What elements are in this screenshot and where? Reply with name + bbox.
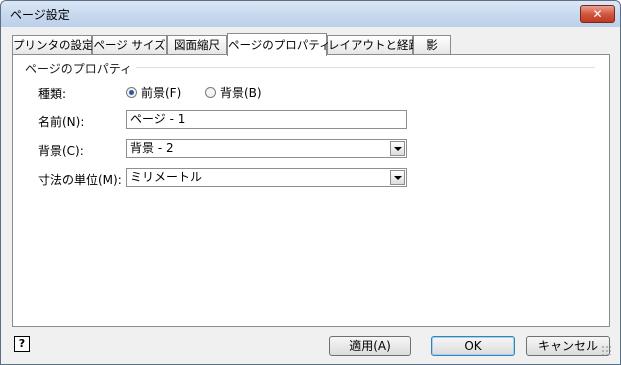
- dialog-title: ページ設定: [10, 8, 70, 22]
- radio-checked-icon: [126, 87, 137, 98]
- tab-page-size[interactable]: ページ サイズ: [92, 35, 167, 54]
- title-bar[interactable]: ページ設定 ✕: [1, 1, 620, 27]
- chevron-down-icon[interactable]: [390, 170, 405, 185]
- name-input[interactable]: ページ - 1: [126, 110, 407, 129]
- units-label: 寸法の単位(M):: [38, 173, 122, 187]
- radio-unchecked-icon: [205, 87, 216, 98]
- resize-grip[interactable]: [601, 345, 611, 355]
- close-button[interactable]: ✕: [580, 5, 615, 23]
- group-title: ページのプロパティ: [25, 60, 137, 77]
- units-select-value: ミリメートル: [130, 170, 203, 184]
- type-label: 種類:: [38, 87, 67, 101]
- background-select[interactable]: 背景 - 2: [126, 139, 407, 158]
- page-properties-panel: ページのプロパティ 種類: 前景(F) 背景(B) 名前(N): ページ - 1…: [12, 54, 610, 327]
- foreground-radio[interactable]: 前景(F): [126, 84, 181, 101]
- cancel-button[interactable]: キャンセル: [526, 336, 610, 356]
- background-label: 背景(C):: [38, 144, 84, 158]
- help-icon[interactable]: ?: [14, 336, 30, 352]
- dialog-body: プリンタの設定 ページ サイズ 図面縮尺 ページのプロパティ レイアウトと経路 …: [8, 27, 613, 357]
- tab-layout-routing[interactable]: レイアウトと経路: [327, 35, 420, 54]
- close-icon: ✕: [592, 7, 603, 21]
- tab-printer-settings[interactable]: プリンタの設定: [12, 35, 94, 54]
- foreground-radio-label: 前景(F): [141, 86, 182, 100]
- chevron-down-icon[interactable]: [390, 141, 405, 156]
- name-label: 名前(N):: [38, 115, 85, 129]
- page-setup-dialog: ページ設定 ✕ プリンタの設定 ページ サイズ 図面縮尺 ページのプロパティ レ…: [0, 0, 621, 365]
- background-radio[interactable]: 背景(B): [205, 84, 262, 101]
- apply-button[interactable]: 適用(A): [329, 336, 411, 356]
- tab-shadows[interactable]: 影: [413, 35, 451, 54]
- background-select-value: 背景 - 2: [130, 141, 174, 155]
- units-select[interactable]: ミリメートル: [126, 168, 407, 187]
- ok-button[interactable]: OK: [431, 336, 515, 356]
- tab-drawing-scale[interactable]: 図面縮尺: [167, 35, 227, 54]
- background-radio-label: 背景(B): [220, 86, 262, 100]
- tab-page-properties[interactable]: ページのプロパティ: [227, 33, 331, 56]
